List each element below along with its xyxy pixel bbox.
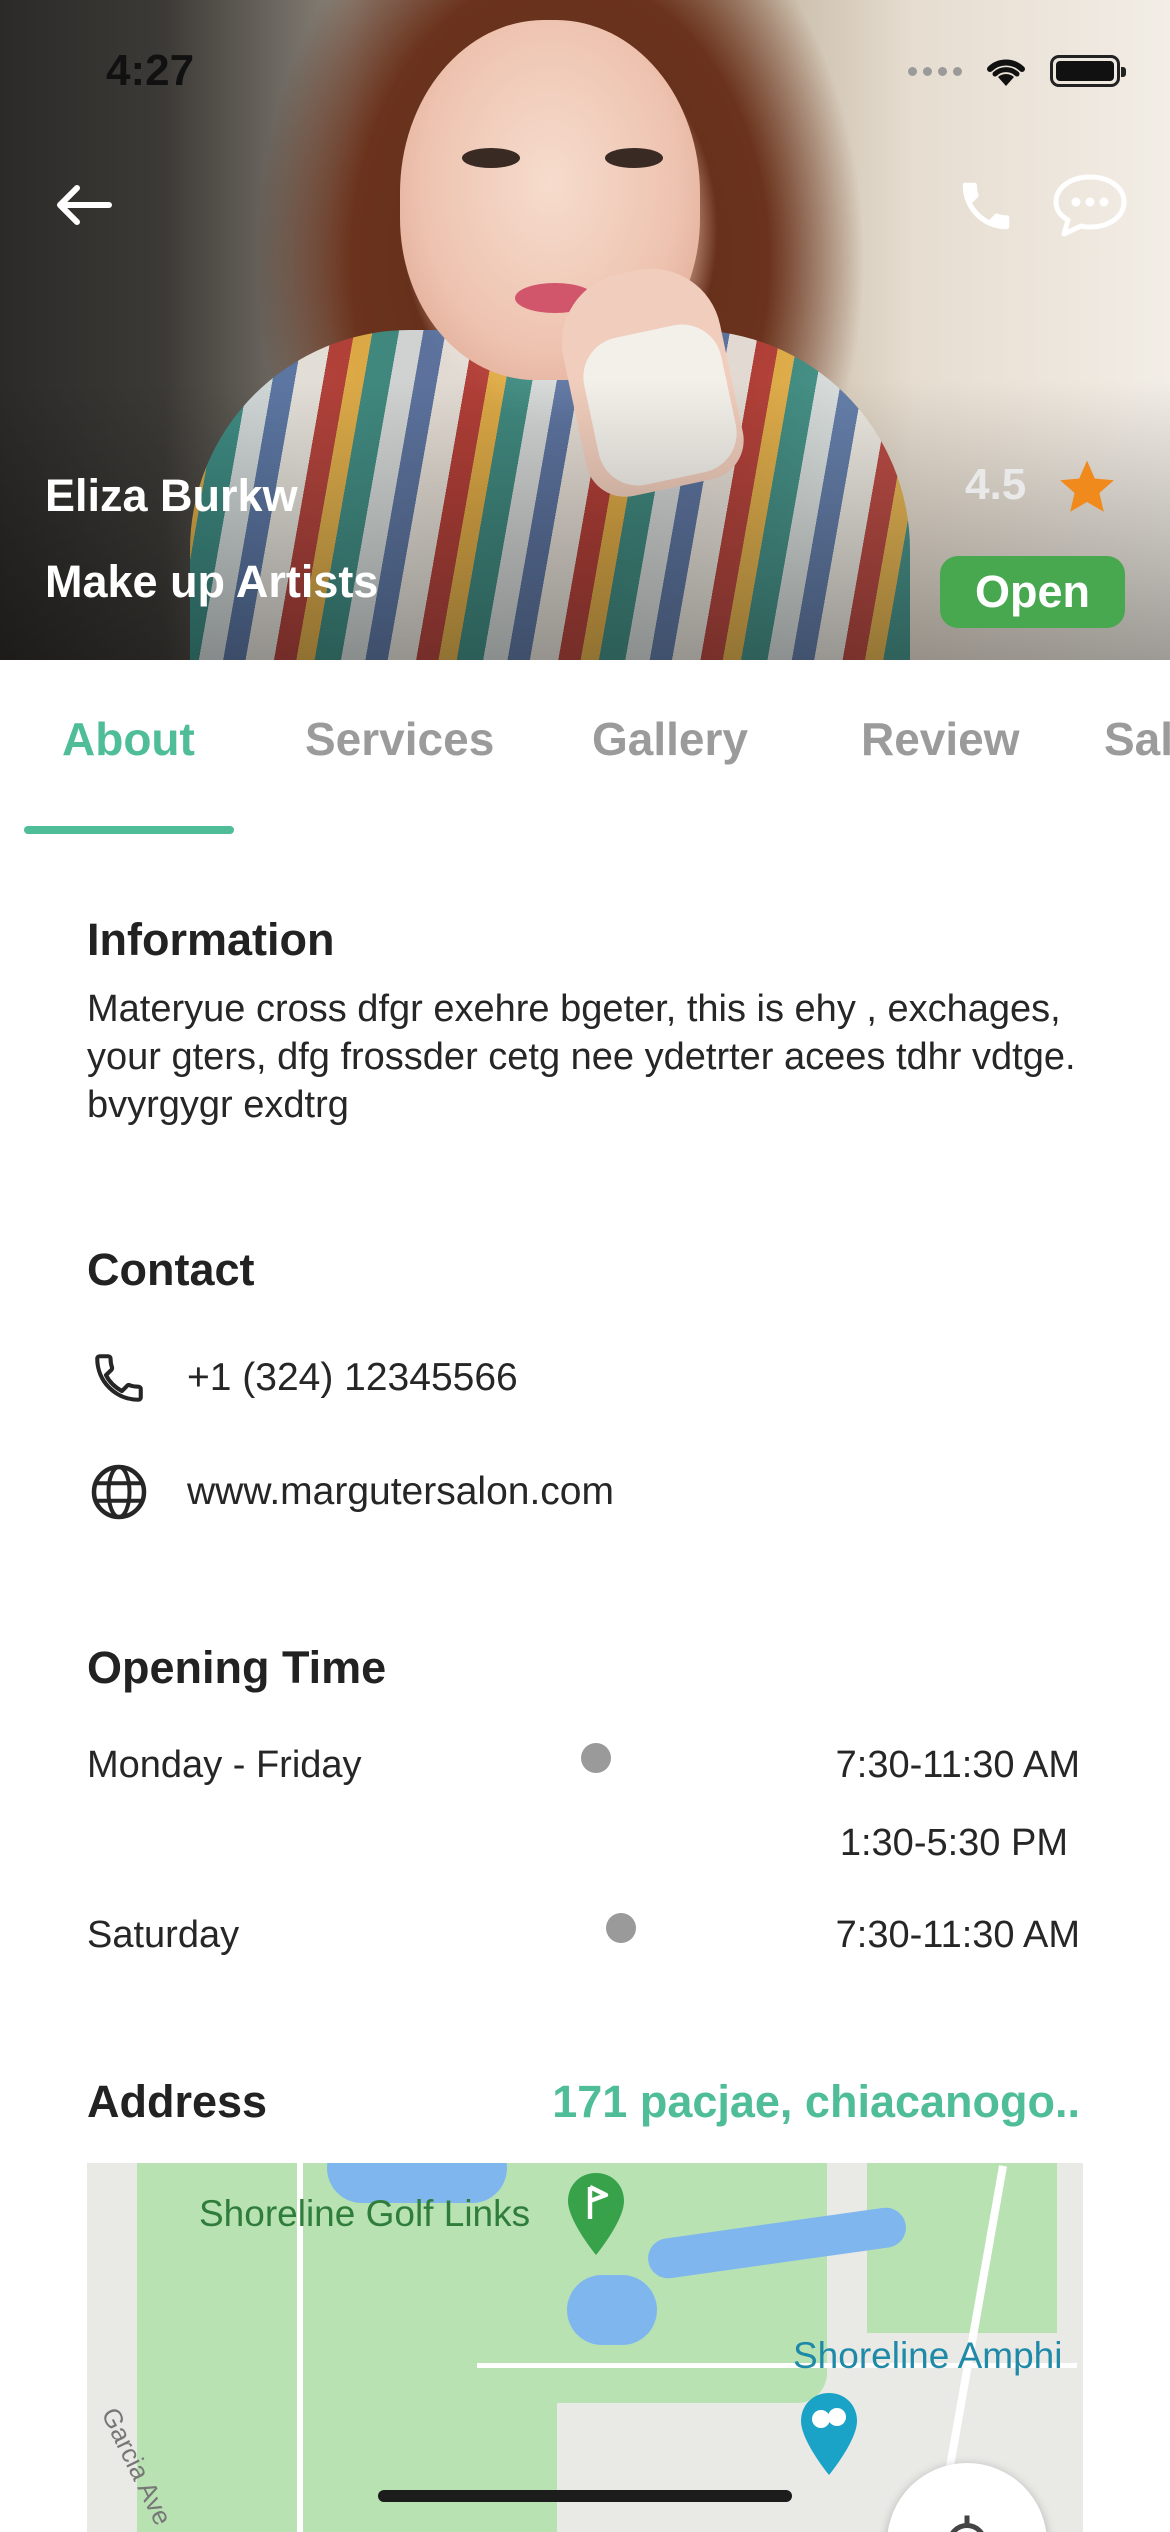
phone-icon xyxy=(962,182,1010,230)
theater-pin-icon xyxy=(801,2393,857,2475)
map-water-small xyxy=(567,2275,657,2345)
opening-time-title: Opening Time xyxy=(87,1642,387,1693)
star-icon xyxy=(1060,460,1114,512)
hours-dot-saturday xyxy=(606,1913,636,1943)
hours-time-saturday: 7:30-11:30 AM xyxy=(835,1914,1080,1956)
hours-time-weekday-morning: 7:30-11:30 AM xyxy=(835,1744,1080,1786)
hours-day-saturday: Saturday xyxy=(87,1914,240,1956)
address-link[interactable]: 171 pacjae, chiacanogo.. xyxy=(552,2076,1080,2128)
active-tab-indicator xyxy=(24,826,234,834)
crosshair-icon xyxy=(950,2515,984,2532)
signal-icon xyxy=(908,66,962,76)
contact-phone-number: +1 (324) 12345566 xyxy=(187,1356,518,1399)
hero-eye-right xyxy=(605,148,663,168)
profile-role: Make up Artists xyxy=(45,556,379,607)
map-park-area-right xyxy=(867,2163,1057,2333)
hours-day-weekday: Monday - Friday xyxy=(87,1744,362,1786)
location-map[interactable]: Shoreline Golf Links Shoreline Amphi Gar… xyxy=(87,2163,1083,2532)
open-status-badge: Open xyxy=(940,556,1125,628)
tab-about[interactable]: About xyxy=(62,712,195,766)
battery-icon xyxy=(1050,55,1126,87)
my-location-button[interactable] xyxy=(887,2463,1047,2532)
hours-time-weekday-afternoon: 1:30-5:30 PM xyxy=(839,1822,1068,1864)
hero-eye-left xyxy=(462,148,520,168)
wifi-icon xyxy=(987,59,1025,86)
phone-icon xyxy=(87,1346,151,1410)
tab-salon[interactable]: Sal xyxy=(1104,712,1170,766)
information-title: Information xyxy=(87,914,335,965)
profile-tabs: About Services Gallery Review Sal xyxy=(0,660,1170,840)
call-button[interactable] xyxy=(948,168,1024,244)
home-indicator xyxy=(378,2490,792,2502)
tab-review[interactable]: Review xyxy=(861,712,1020,766)
golf-pin-icon xyxy=(568,2173,624,2255)
back-button[interactable] xyxy=(40,170,126,240)
chat-bubble-icon xyxy=(1053,174,1127,237)
map-park-area-lower xyxy=(137,2363,557,2532)
rating-value: 4.5 xyxy=(965,460,1027,509)
arrow-left-icon xyxy=(57,185,112,225)
tab-gallery[interactable]: Gallery xyxy=(592,712,748,766)
contact-website-link: www.margutersalon.com xyxy=(187,1470,614,1513)
contact-website-row[interactable]: www.margutersalon.com xyxy=(87,1460,614,1524)
tab-services[interactable]: Services xyxy=(305,712,494,766)
map-label-amphitheatre: Shoreline Amphi xyxy=(793,2335,1063,2376)
information-text: Materyue cross dfgr exehre bgeter, this … xyxy=(87,988,1076,1126)
profile-name: Eliza Burkw xyxy=(45,470,298,521)
address-title: Address xyxy=(87,2076,268,2127)
status-time: 4:27 xyxy=(106,46,195,95)
status-icons xyxy=(908,54,1126,88)
contact-title: Contact xyxy=(87,1244,255,1295)
hours-dot-weekday xyxy=(581,1743,611,1773)
contact-phone-row[interactable]: +1 (324) 12345566 xyxy=(87,1346,518,1410)
globe-icon xyxy=(87,1460,151,1524)
profile-hero-image: 4:27 Eliza Burkw Make up Artists 4.5 Ope… xyxy=(0,0,1170,660)
map-label-golf: Shoreline Golf Links xyxy=(199,2193,531,2234)
message-button[interactable] xyxy=(1048,166,1132,246)
